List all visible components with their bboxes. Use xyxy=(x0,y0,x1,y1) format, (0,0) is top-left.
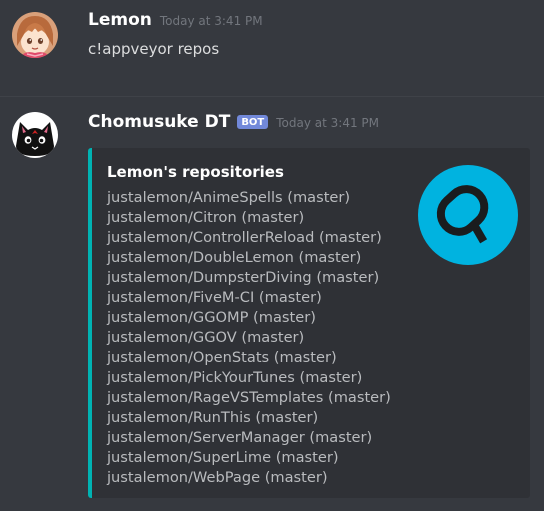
author-name[interactable]: Lemon xyxy=(88,10,152,30)
repo-item: justalemon/FiveM-CI (master) xyxy=(107,289,322,306)
message-timestamp: Today at 3:41 PM xyxy=(276,116,380,130)
repo-item: justalemon/ServerManager (master) xyxy=(107,429,373,446)
repo-item: justalemon/DoubleLemon (master) xyxy=(107,249,362,266)
repo-item: justalemon/AnimeSpells (master) xyxy=(107,189,351,206)
embed: Lemon's repositories justalemon/AnimeSpe… xyxy=(88,148,530,498)
author-name[interactable]: Chomusuke DT xyxy=(88,112,230,132)
message-header: Lemon Today at 3:41 PM xyxy=(88,10,263,30)
message-content: c!appveyor repos xyxy=(88,40,220,58)
repo-item: justalemon/WebPage (master) xyxy=(107,469,328,486)
anime-girl-avatar-icon xyxy=(12,12,58,58)
message-timestamp: Today at 3:41 PM xyxy=(159,14,263,28)
embed-title: Lemon's repositories xyxy=(107,163,284,181)
repo-item: justalemon/RageVSTemplates (master) xyxy=(107,389,391,406)
message-lemon: Lemon Today at 3:41 PM c!appveyor repos xyxy=(0,0,544,96)
appveyor-logo-icon xyxy=(418,165,518,265)
embed-accent-bar xyxy=(88,148,92,498)
black-cat-avatar-icon xyxy=(12,112,58,158)
repo-item: justalemon/ControllerReload (master) xyxy=(107,229,382,246)
embed-thumbnail[interactable] xyxy=(418,165,518,265)
repo-item: justalemon/DumpsterDiving (master) xyxy=(107,269,380,286)
repo-item: justalemon/GGOMP (master) xyxy=(107,309,316,326)
repo-item: justalemon/PickYourTunes (master) xyxy=(107,369,363,386)
repo-item: justalemon/GGOV (master) xyxy=(107,329,305,346)
repo-item: justalemon/OpenStats (master) xyxy=(107,349,337,366)
bot-badge: BOT xyxy=(237,115,269,129)
repo-item: justalemon/Citron (master) xyxy=(107,209,305,226)
repo-list: justalemon/AnimeSpells (master) justalem… xyxy=(107,188,391,488)
repo-item: justalemon/RunThis (master) xyxy=(107,409,319,426)
message-header: Chomusuke DT BOT Today at 3:41 PM xyxy=(88,112,379,132)
repo-item: justalemon/SuperLime (master) xyxy=(107,449,339,466)
user-avatar[interactable] xyxy=(12,12,58,58)
bot-avatar[interactable] xyxy=(12,112,58,158)
